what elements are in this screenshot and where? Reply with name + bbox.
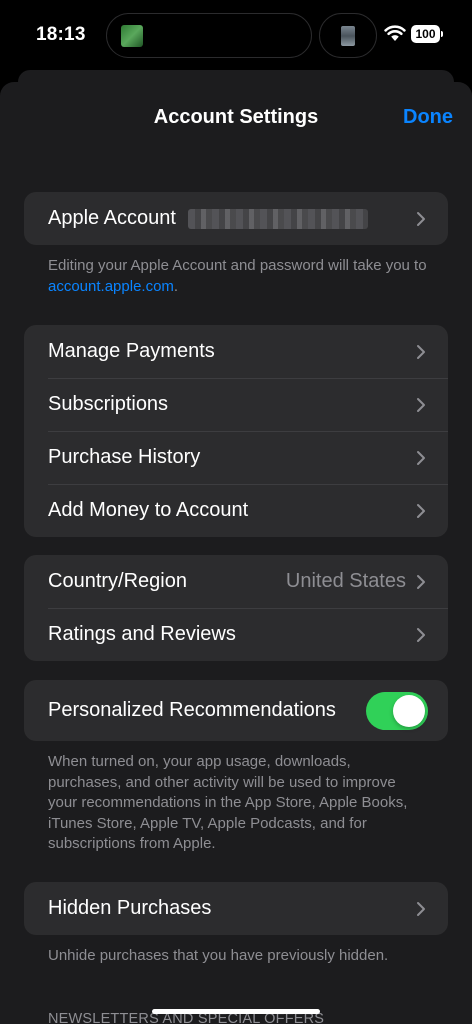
country-region-value: United States [285, 570, 406, 592]
subscriptions-label: Subscriptions [48, 393, 169, 415]
screen: 18:13 100 Account Settings Done Apple Ac… [0, 0, 472, 1024]
battery-nub [441, 31, 443, 37]
battery-icon: 100 [411, 25, 440, 43]
region-group: Country/Region United States Ratings and… [24, 555, 448, 661]
front-camera [319, 13, 377, 58]
chevron-right-icon [417, 344, 425, 359]
hidden-purchases-label: Hidden Purchases [48, 897, 212, 919]
account-apple-link[interactable]: account.apple.com [48, 278, 174, 295]
chevron-right-icon [417, 211, 425, 226]
wifi-icon [384, 25, 406, 41]
personalized-recommendations-label: Personalized Recommendations [48, 699, 336, 721]
redacted-email [187, 208, 368, 229]
add-money-label: Add Money to Account [48, 499, 249, 521]
apple-account-note: Editing your Apple Account and password … [48, 257, 427, 274]
country-region-label: Country/Region [48, 570, 187, 592]
live-activity-icon [121, 25, 143, 47]
apple-account-group: Apple Account [24, 192, 448, 245]
recommendations-group: Personalized Recommendations [24, 680, 448, 741]
ratings-reviews-label: Ratings and Reviews [48, 623, 236, 645]
apple-account-label: Apple Account [48, 207, 176, 229]
chevron-right-icon [417, 450, 425, 465]
dynamic-island[interactable] [106, 13, 312, 58]
apple-account-note-end: . [173, 277, 179, 295]
done-button[interactable]: Done [403, 106, 453, 129]
account-settings-sheet: Account Settings Done Apple Account Edit… [0, 82, 472, 1024]
apple-account-row[interactable]: Apple Account [24, 192, 448, 245]
hidden-purchases-row[interactable]: Hidden Purchases [24, 882, 448, 935]
chevron-right-icon [417, 397, 425, 412]
manage-payments-label: Manage Payments [48, 340, 215, 362]
home-indicator[interactable] [152, 1009, 320, 1014]
hidden-purchases-group: Hidden Purchases [24, 882, 448, 935]
purchase-history-row[interactable]: Purchase History [24, 431, 448, 484]
payments-group: Manage Payments Subscriptions Purchase H… [24, 325, 448, 537]
chevron-right-icon [417, 627, 425, 642]
manage-payments-row[interactable]: Manage Payments [24, 325, 448, 378]
hidden-purchases-footnote: Unhide purchases that you have previousl… [48, 947, 389, 964]
personalized-recommendations-row: Personalized Recommendations [24, 680, 448, 741]
add-money-row[interactable]: Add Money to Account [24, 484, 448, 537]
toggle-knob [393, 694, 425, 727]
ratings-reviews-row[interactable]: Ratings and Reviews [24, 608, 448, 661]
subscriptions-row[interactable]: Subscriptions [24, 378, 448, 431]
purchase-history-label: Purchase History [48, 446, 201, 468]
chevron-right-icon [417, 503, 425, 518]
camera-activity-icon [341, 26, 355, 46]
chevron-right-icon [417, 574, 425, 589]
status-time: 18:13 [36, 24, 86, 45]
recommendations-footnote: When turned on, your app usage, download… [48, 753, 408, 852]
country-region-row[interactable]: Country/Region United States [24, 555, 448, 608]
apple-account-footnote: Editing your Apple Account and password … [48, 256, 428, 297]
page-title: Account Settings [153, 106, 319, 128]
status-bar: 18:13 100 [0, 0, 472, 70]
chevron-right-icon [417, 901, 425, 916]
personalized-recommendations-toggle[interactable] [366, 691, 428, 730]
